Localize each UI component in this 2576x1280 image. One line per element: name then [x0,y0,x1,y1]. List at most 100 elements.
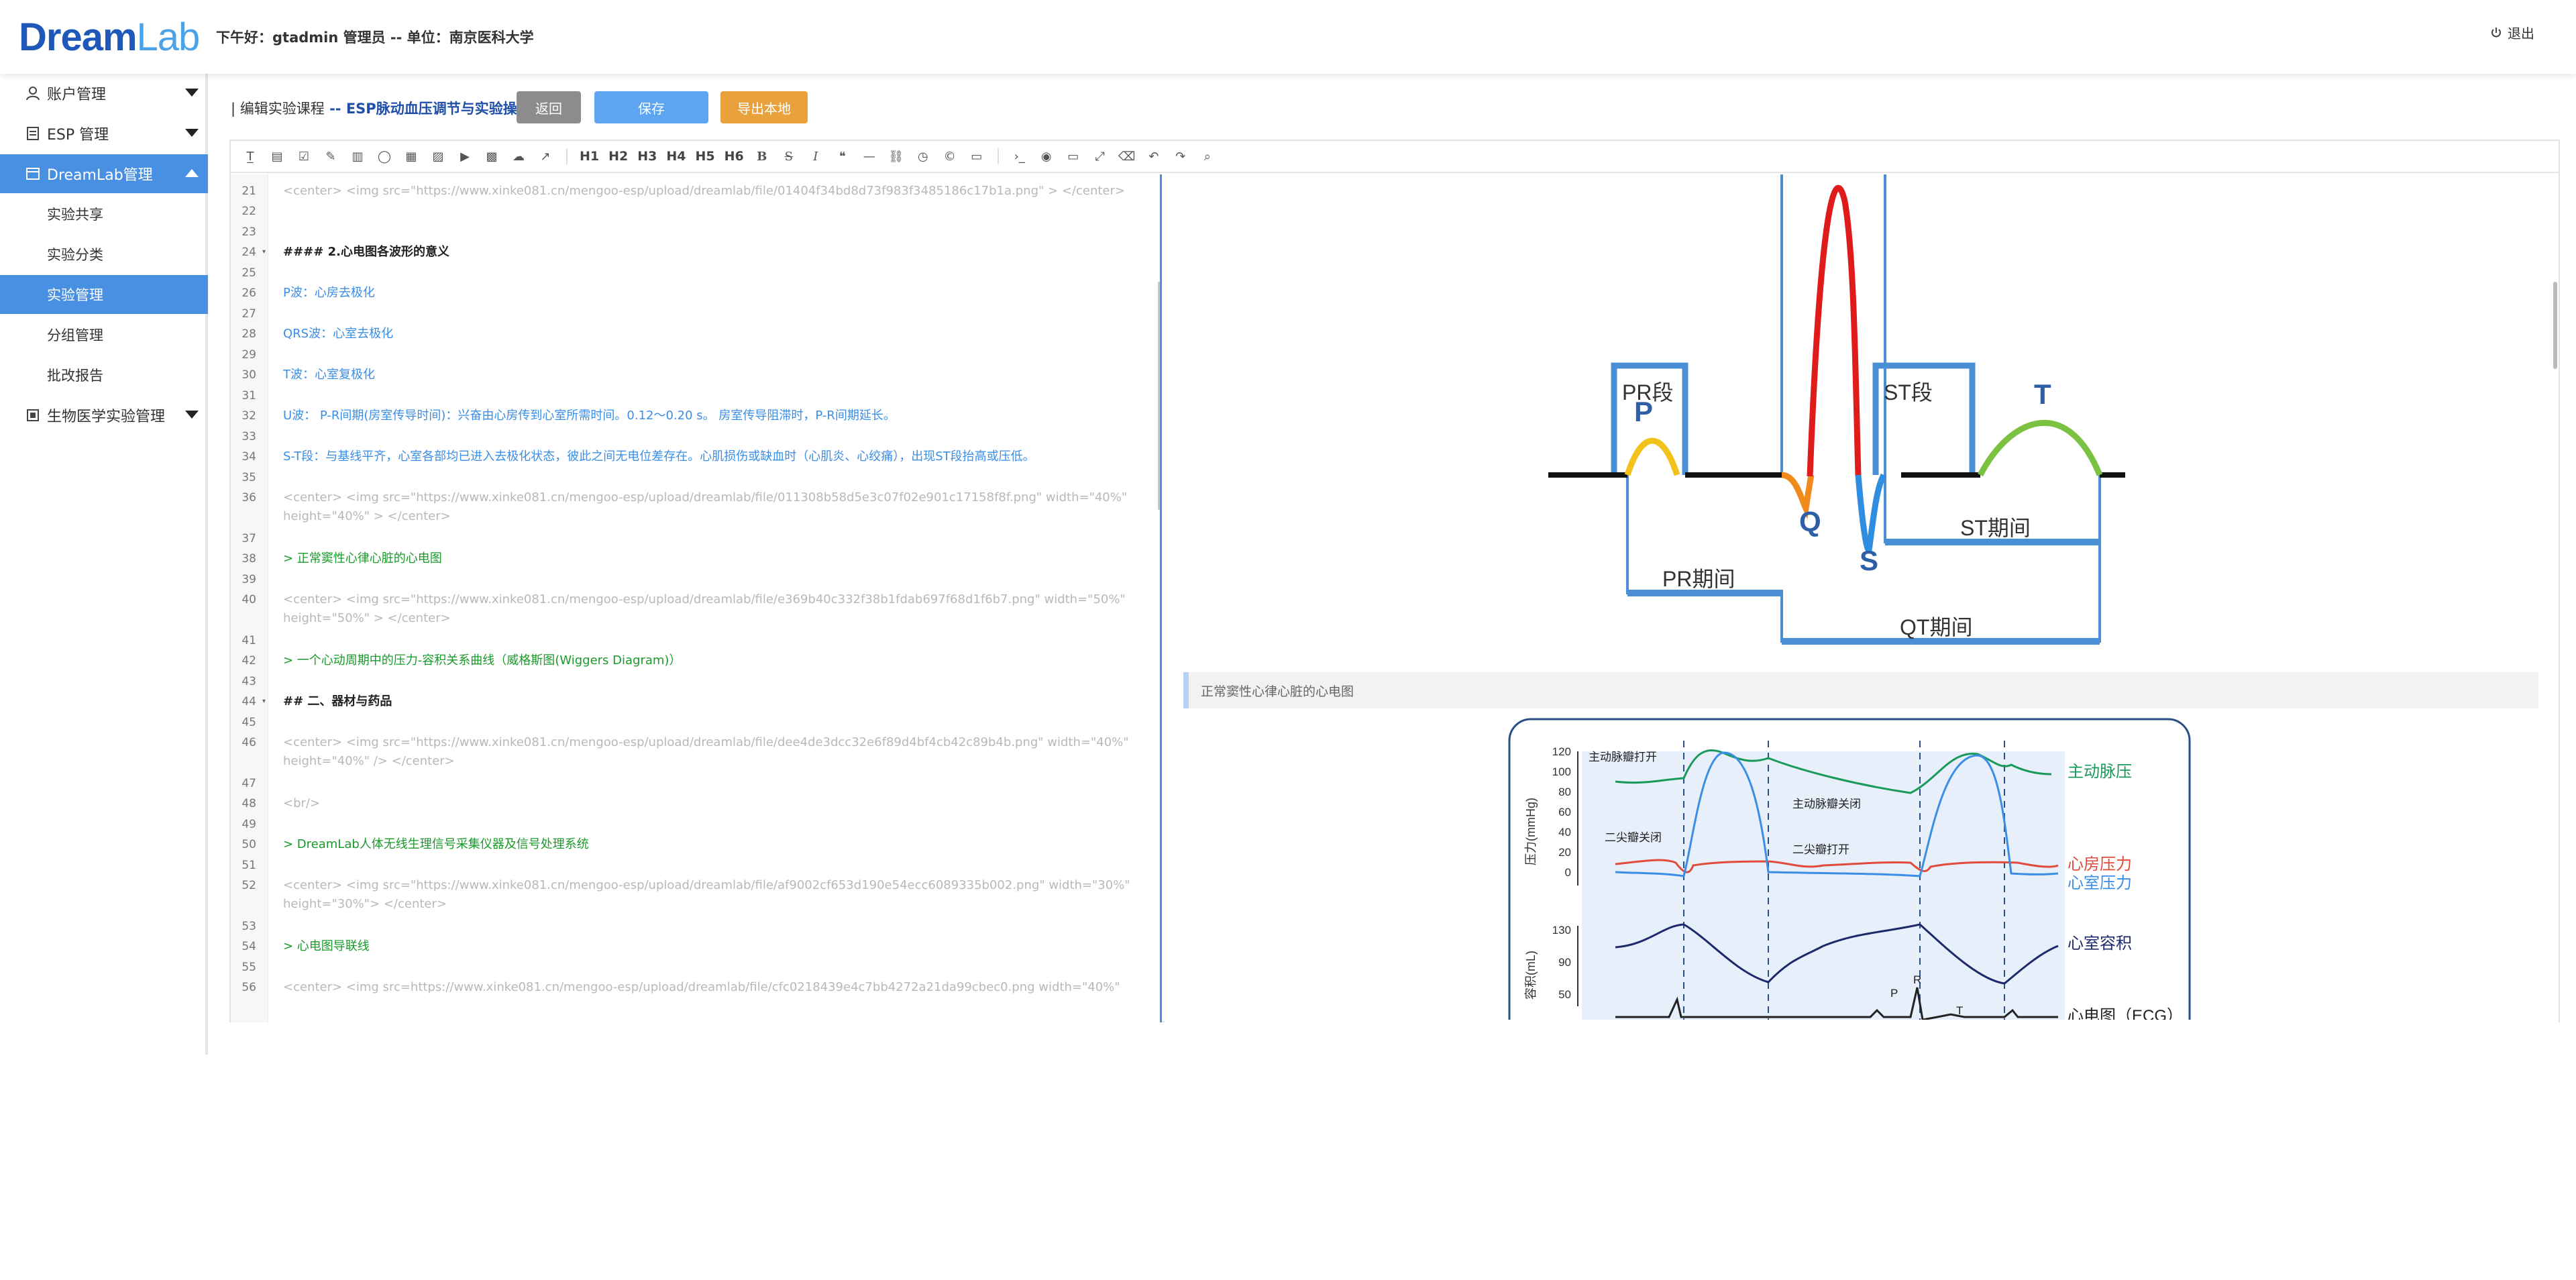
monitor-icon[interactable]: ▭ [1065,146,1082,166]
preview-blockquote: 正常窦性心律心脏的心电图 [1183,672,2538,708]
power-icon [2491,27,2501,37]
sidebar-subitem-share[interactable]: 实验共享 [0,195,208,233]
fold-arrow-icon[interactable]: ▾ [262,243,266,262]
mitral-valve-close-label: 二尖瓣关闭 [1605,831,1662,844]
checkbox-icon[interactable]: ☑ [295,146,313,166]
terminal-icon[interactable]: ›_ [1011,146,1028,166]
logout-label: 退出 [2508,25,2534,42]
window-icon [26,168,40,180]
heading-5-button[interactable]: H5 [696,146,715,166]
cloud-upload-icon[interactable]: ☁ [510,146,527,166]
heading-3-button[interactable]: H3 [637,146,657,166]
sidebar-item-label: 生物医学实验管理 [47,409,166,425]
heading-4-button[interactable]: H4 [666,146,686,166]
eye-icon[interactable]: ◉ [1038,146,1055,166]
strikethrough-button[interactable]: S [780,146,798,166]
clock-icon[interactable]: ◷ [914,146,932,166]
line-number: 29 [241,348,256,362]
export-button[interactable]: 导出本地 [720,91,808,123]
card-icon[interactable]: ▥ [349,146,366,166]
legend-ventricular-pressure: 心室压力 [2068,874,2132,892]
ecg-r-mark: R [1913,973,1921,986]
sidebar-item-account[interactable]: 账户管理 [0,74,208,113]
heading-1-button[interactable]: H1 [580,146,599,166]
preview-scrollbar[interactable] [2553,282,2557,369]
line-number: 54 [241,940,256,953]
chart-icon[interactable]: ▦ [402,146,420,166]
heading-2-button[interactable]: H2 [608,146,628,166]
line-number: 25 [241,266,256,280]
sidebar-subitem-grade[interactable]: 批改报告 [0,356,208,394]
sidebar-subitem-group[interactable]: 分组管理 [0,315,208,354]
fullscreen-icon[interactable]: ⤢ [1091,146,1109,166]
line-number: 37 [241,531,256,545]
back-button[interactable]: 返回 [517,91,581,123]
pressure-tick: 0 [1565,866,1571,879]
logo-text-lab: Lab [136,15,201,59]
sidebar-item-esp[interactable]: ESP 管理 [0,114,208,153]
st-segment-label: ST段 [1884,380,1933,405]
video-icon[interactable]: ▶ [456,146,474,166]
code-pane[interactable]: 20 21 <center> <img src="https://www.xinke… [231,174,1162,1022]
sidebar-item-dreamlab[interactable]: DreamLab管理 [0,154,208,193]
line-number: 48 [241,797,256,810]
horizontal-rule-button[interactable]: — [861,146,878,166]
comment-icon[interactable]: ◯ [376,146,393,166]
fold-arrow-icon[interactable]: ▾ [262,692,266,711]
image-icon[interactable]: ▨ [429,146,447,166]
text-format-icon[interactable]: T̲ [241,146,259,166]
table-icon[interactable]: ▤ [268,146,286,166]
code-scrollbar[interactable] [1158,282,1160,510]
line-number: 56 [241,981,256,994]
heading-6-button[interactable]: H6 [724,146,744,166]
pressure-tick: 100 [1552,765,1571,778]
bold-button[interactable]: B [753,146,771,166]
search-icon[interactable]: ⌕ [1199,146,1216,166]
pressure-tick: 60 [1558,806,1571,818]
sidebar-subitem-category[interactable]: 实验分类 [0,235,208,274]
volume-tick: 50 [1558,988,1571,1001]
legend-ecg: 心电图（ECG） [2068,1007,2183,1020]
sidebar-subitem-manage[interactable]: 实验管理 [0,275,208,314]
pr-segment-label: PR段 [1622,380,1673,405]
caret-up-icon [185,169,199,177]
logout-button[interactable]: 退出 [2490,23,2534,42]
line-number: 22 [241,205,256,218]
mitral-valve-open-label: 二尖瓣打开 [1792,843,1849,856]
line-text: <br/> [283,796,321,810]
save-button[interactable]: 保存 [594,91,708,123]
italic-button[interactable]: I [807,146,824,166]
caret-down-icon [185,411,199,419]
undo-icon[interactable]: ↶ [1145,146,1163,166]
line-number: 28 [241,327,256,341]
crumb-bar: | [231,101,240,117]
line-number: 41 [241,633,256,647]
sidebar-item-biomed[interactable]: 生物医学实验管理 [0,396,208,435]
line-number: 23 [241,225,256,239]
line-text: P波：心房去极化 [283,286,375,300]
line-text: > 心电图导联线 [283,939,370,953]
sidebar-subitem-label: 实验管理 [47,287,103,303]
line-text: QRS波：心室去极化 [283,327,394,341]
wiggers-diagram: 120 100 80 60 40 20 0 130 90 50 压力(mmHg)… [1508,718,2191,1020]
external-link-icon[interactable]: ↗ [537,146,554,166]
legend-aortic-pressure: 主动脉压 [2068,763,2132,781]
q-wave-label: Q [1799,506,1821,537]
s-wave-label: S [1860,545,1878,576]
course-title: ESP脉动血压调节与实验操作 [345,101,531,117]
line-text: U波： P-R间期(房室传导时间)：兴奋由心房传到心室所需时间。0.12～0.2… [283,409,896,423]
legend-ventricle-volume: 心室容积 [2068,935,2132,953]
quote-button[interactable]: ❝ [834,146,851,166]
grid-icon[interactable]: ▩ [483,146,500,166]
line-text: <center> <img src=https://www.xinke081.c… [283,980,1120,994]
link-icon[interactable]: ⛓ [888,146,905,166]
dreamlab-logo[interactable]: DreamLab [19,15,201,60]
redo-icon[interactable]: ↷ [1172,146,1189,166]
user-icon [26,87,40,101]
code-block-icon[interactable]: ▭ [968,146,985,166]
eraser-icon[interactable]: ⌫ [1118,146,1136,166]
line-number: 44 [241,695,256,708]
pencil-icon[interactable]: ✎ [322,146,339,166]
aortic-valve-close-label: 主动脉瓣关闭 [1792,798,1861,810]
copyright-icon[interactable]: © [941,146,959,166]
